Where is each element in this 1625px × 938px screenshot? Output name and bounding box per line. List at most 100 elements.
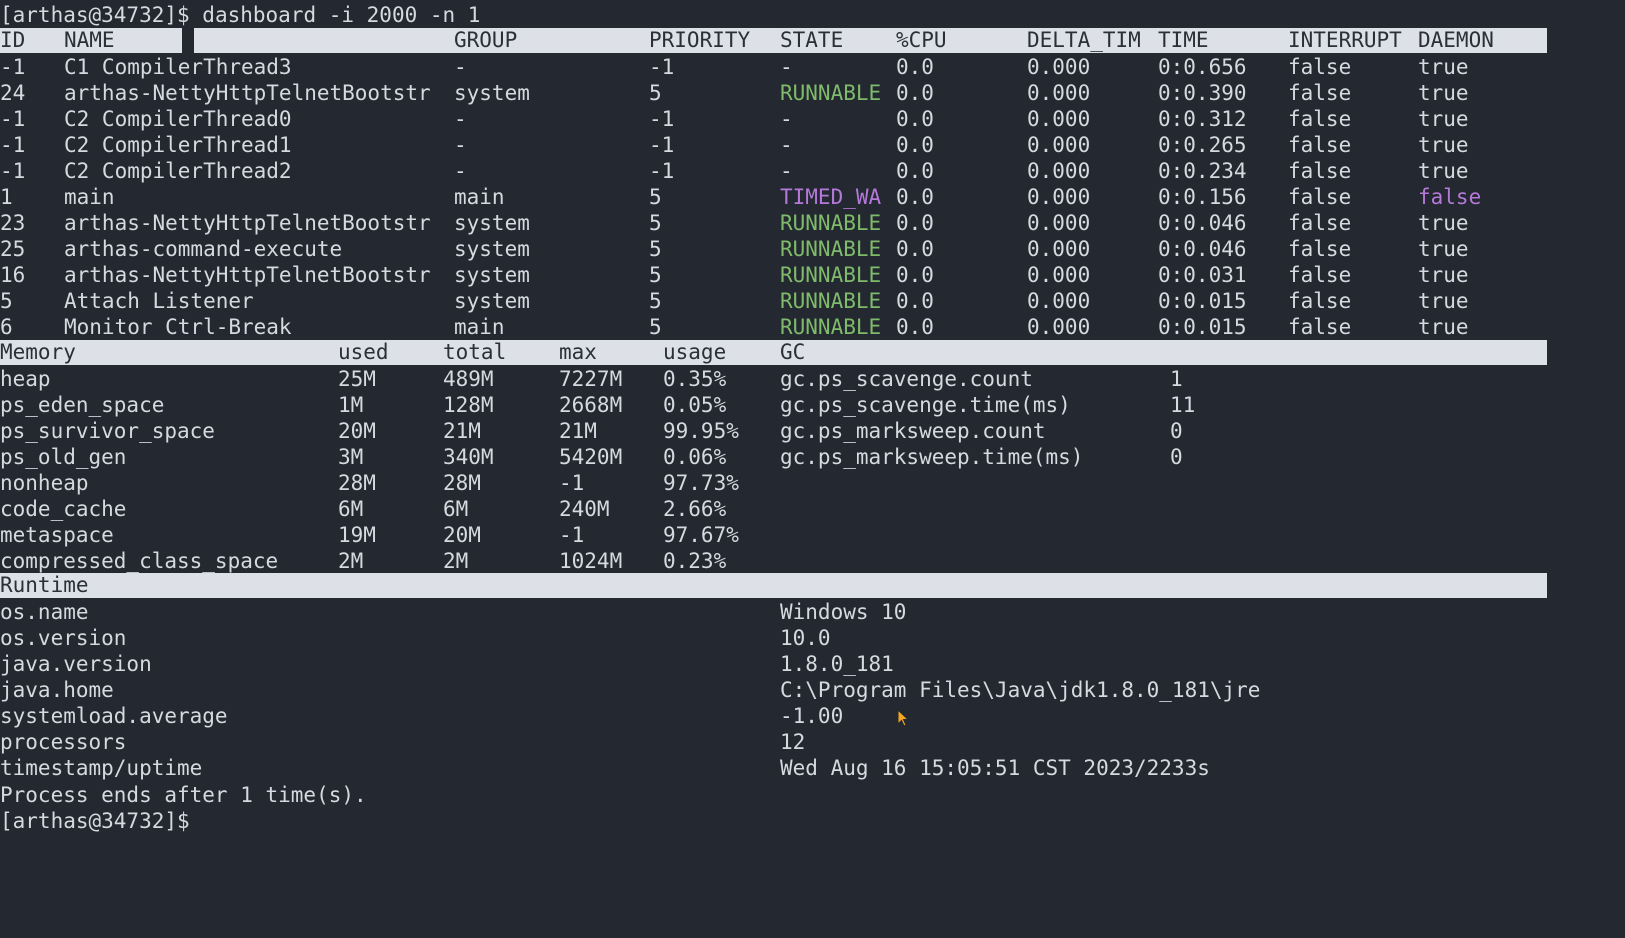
thread-delta-time: 0.000 [1027,211,1091,235]
thread-state: - [780,55,793,79]
gc-metric-name: gc.ps_marksweep.count [780,419,1046,443]
memory-total: 128M [443,393,494,417]
thread-cpu: 0.0 [896,133,934,157]
thread-cpu: 0.0 [896,159,934,183]
col-max-header: max [559,340,597,364]
thread-priority: 5 [649,315,662,339]
thread-cpu: 0.0 [896,81,934,105]
mouse-pointer-icon [897,709,910,727]
thread-name: arthas-NettyHttpTelnetBootstr [64,211,431,235]
memory-usage: 0.06% [663,445,727,469]
memory-name: ps_old_gen [0,445,127,469]
thread-daemon: true [1418,237,1469,261]
thread-daemon: false [1418,185,1482,209]
memory-max: 5420M [559,445,623,469]
thread-name: C2 CompilerThread1 [64,133,292,157]
thread-id: -1 [0,133,26,157]
thread-id: -1 [0,107,26,131]
final-prompt[interactable]: [arthas@34732]$ [0,808,190,834]
thread-name: arthas-NettyHttpTelnetBootstr [64,263,431,287]
thread-group: system [454,289,530,313]
thread-time: 0:0.046 [1158,211,1247,235]
memory-total: 6M [443,497,469,521]
runtime-value: 12 [780,730,806,754]
memory-header-label: Memory [0,340,76,364]
thread-name: C2 CompilerThread0 [64,107,292,131]
memory-total: 489M [443,367,494,391]
thread-cpu: 0.0 [896,55,934,79]
thread-name: C1 CompilerThread3 [64,55,292,79]
memory-used: 1M [338,393,364,417]
thread-time: 0:0.046 [1158,237,1247,261]
memory-used: 28M [338,471,376,495]
thread-cpu: 0.0 [896,185,934,209]
gc-metric-name: gc.ps_marksweep.time(ms) [780,445,1084,469]
col-daemon-header: DAEMON [1418,28,1494,52]
thread-id: 1 [0,185,13,209]
thread-group: main [454,315,505,339]
thread-state: - [780,133,793,157]
thread-daemon: true [1418,107,1469,131]
memory-max: 7227M [559,367,623,391]
runtime-value: 1.8.0_181 [780,652,894,676]
thread-name: C2 CompilerThread2 [64,159,292,183]
thread-group: - [454,133,467,157]
col-group-header: GROUP [454,28,518,52]
thread-priority: 5 [649,289,662,313]
thread-daemon: true [1418,211,1469,235]
runtime-value: Wed Aug 16 15:05:51 CST 2023/2233s [780,756,1210,780]
thread-group: - [454,159,467,183]
runtime-table-header: Runtime [0,573,1547,598]
thread-cpu: 0.0 [896,107,934,131]
memory-name: nonheap [0,471,89,495]
runtime-key: java.version [0,652,152,676]
gc-metric-name: gc.ps_scavenge.time(ms) [780,393,1071,417]
thread-daemon: true [1418,159,1469,183]
memory-used: 6M [338,497,364,521]
thread-time: 0:0.015 [1158,315,1247,339]
thread-delta-time: 0.000 [1027,55,1091,79]
thread-time: 0:0.015 [1158,289,1247,313]
memory-name: ps_survivor_space [0,419,215,443]
thread-group: system [454,211,530,235]
memory-max: 240M [559,497,610,521]
memory-usage: 0.35% [663,367,727,391]
thread-delta-time: 0.000 [1027,289,1091,313]
runtime-header-label: Runtime [0,573,89,597]
runtime-key: os.version [0,626,127,650]
thread-cpu: 0.0 [896,315,934,339]
col-delta-time-header: DELTA_TIM [1027,28,1141,52]
memory-usage: 97.67% [663,523,739,547]
col-name-header: NAME [64,28,115,52]
thread-group: system [454,237,530,261]
memory-name: ps_eden_space [0,393,165,417]
thread-id: 23 [0,211,26,235]
thread-interrupt: false [1288,237,1352,261]
thread-priority: 5 [649,211,662,235]
gc-metric-value: 0 [1170,445,1183,469]
memory-usage: 0.23% [663,549,727,573]
thread-daemon: true [1418,289,1469,313]
memory-max: 21M [559,419,597,443]
memory-max: 1024M [559,549,623,573]
thread-interrupt: false [1288,133,1352,157]
thread-state: RUNNABLE [780,81,882,105]
command-text: dashboard -i 2000 -n 1 [189,3,481,27]
thread-state: - [780,159,793,183]
thread-interrupt: false [1288,159,1352,183]
thread-time: 0:0.031 [1158,263,1247,287]
thread-priority: 5 [649,237,662,261]
thread-priority: 5 [649,185,662,209]
thread-group: main [454,185,505,209]
thread-state: RUNNABLE [780,289,882,313]
thread-state: RUNNABLE [780,237,882,261]
thread-cpu: 0.0 [896,237,934,261]
memory-total: 340M [443,445,494,469]
thread-priority: -1 [649,159,675,183]
terminal-window[interactable]: [arthas@34732]$ dashboard -i 2000 -n 1 I… [0,0,1625,938]
col-used-header: used [338,340,389,364]
process-end-message: Process ends after 1 time(s). [0,783,367,807]
thread-delta-time: 0.000 [1027,81,1091,105]
col-interrupt-header: INTERRUPT [1288,28,1402,52]
col-priority-header: PRIORITY [649,28,751,52]
